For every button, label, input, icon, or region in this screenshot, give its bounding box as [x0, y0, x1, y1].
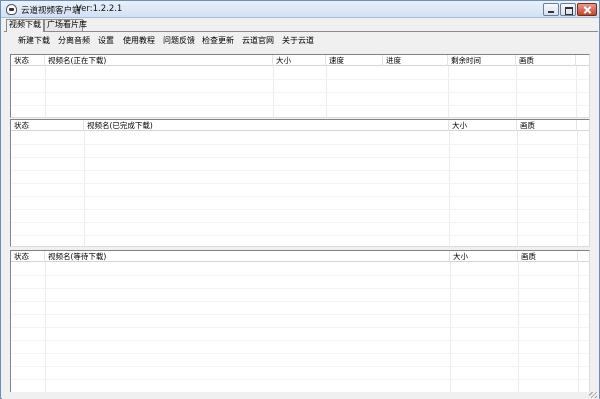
grid-line [11, 196, 589, 197]
title-bar[interactable]: 云道视频客户端 Ver:1.2.2.1 [1, 1, 599, 18]
grid-line [11, 209, 589, 210]
grid-line [11, 92, 589, 93]
grid-line [45, 262, 46, 394]
grid-line [11, 301, 589, 302]
grid-line [449, 131, 450, 246]
grid-line [450, 262, 451, 394]
grid-line [11, 366, 589, 367]
grid-line [517, 131, 518, 246]
grid-line [11, 79, 589, 80]
grid-line [577, 131, 578, 246]
app-window: 云道视频客户端 Ver:1.2.2.1 视频下载 广场看片库 新建下载 分离音频… [0, 0, 600, 399]
grid-line [11, 314, 589, 315]
tab-video-download[interactable]: 视频下载 [6, 19, 44, 32]
grid-line [11, 327, 589, 328]
window-title: 云道视频客户端 [21, 6, 81, 16]
col-video-name[interactable]: 视频名(等待下载) [45, 251, 450, 262]
minimize-button[interactable] [543, 3, 559, 16]
menu-official-site[interactable]: 云道官网 [242, 35, 274, 46]
waiting-list[interactable]: 状态 视频名(等待下载) 大小 画质 [10, 250, 590, 395]
menu-check-update[interactable]: 检查更新 [202, 35, 234, 46]
col-speed[interactable]: 速度 [326, 55, 383, 66]
grid-line [11, 353, 589, 354]
menu-tutorial[interactable]: 使用教程 [123, 35, 155, 46]
grid-line [518, 262, 519, 394]
close-button[interactable] [577, 3, 597, 16]
col-video-name[interactable]: 视频名(正在下载) [45, 55, 273, 66]
menu-about[interactable]: 关于云道 [282, 35, 314, 46]
waiting-list-header: 状态 视频名(等待下载) 大小 画质 [11, 251, 589, 262]
col-status[interactable]: 状态 [11, 251, 45, 262]
grid-line [11, 170, 589, 171]
col-status[interactable]: 状态 [11, 120, 84, 131]
col-remaining-time[interactable]: 剩余时间 [448, 55, 516, 66]
grid-line [11, 379, 589, 380]
col-video-name[interactable]: 视频名(已完成下载) [84, 120, 449, 131]
completed-list[interactable]: 状态 视频名(已完成下载) 大小 画质 [10, 119, 590, 247]
grid-line [11, 183, 589, 184]
menu-bar: 新建下载 分离音频 设置 使用教程 问题反馈 检查更新 云道官网 关于云道 [1, 34, 599, 48]
col-quality[interactable]: 画质 [518, 251, 578, 262]
col-size[interactable]: 大小 [273, 55, 326, 66]
status-bar [2, 392, 599, 399]
grid-line [11, 340, 589, 341]
menu-settings[interactable]: 设置 [98, 35, 114, 46]
grid-line [11, 288, 589, 289]
menu-extract-audio[interactable]: 分离音频 [58, 35, 90, 46]
tab-panel-border [4, 31, 598, 32]
grid-line [11, 222, 589, 223]
grid-line [11, 105, 589, 106]
grid-line [84, 131, 85, 246]
col-quality[interactable]: 画质 [517, 120, 577, 131]
app-logo-icon [6, 4, 17, 15]
col-status[interactable]: 状态 [11, 55, 45, 66]
grid-line [578, 262, 579, 394]
resize-grip-icon[interactable] [589, 392, 597, 398]
menu-new-download[interactable]: 新建下载 [18, 35, 50, 46]
col-progress[interactable]: 进度 [383, 55, 448, 66]
tab-plaza-library[interactable]: 广场看片库 [44, 19, 87, 31]
downloading-list[interactable]: 状态 视频名(正在下载) 大小 速度 进度 剩余时间 画质 [10, 54, 590, 118]
version-label: Ver:1.2.2.1 [76, 4, 123, 14]
grid-line [11, 144, 589, 145]
grid-line [11, 275, 589, 276]
col-size[interactable]: 大小 [450, 251, 518, 262]
downloading-list-header: 状态 视频名(正在下载) 大小 速度 进度 剩余时间 画质 [11, 55, 589, 66]
menu-feedback[interactable]: 问题反馈 [163, 35, 195, 46]
completed-list-header: 状态 视频名(已完成下载) 大小 画质 [11, 120, 589, 131]
col-quality[interactable]: 画质 [516, 55, 576, 66]
maximize-button[interactable] [560, 3, 576, 16]
col-size[interactable]: 大小 [449, 120, 517, 131]
grid-line [11, 235, 589, 236]
grid-line [11, 157, 589, 158]
